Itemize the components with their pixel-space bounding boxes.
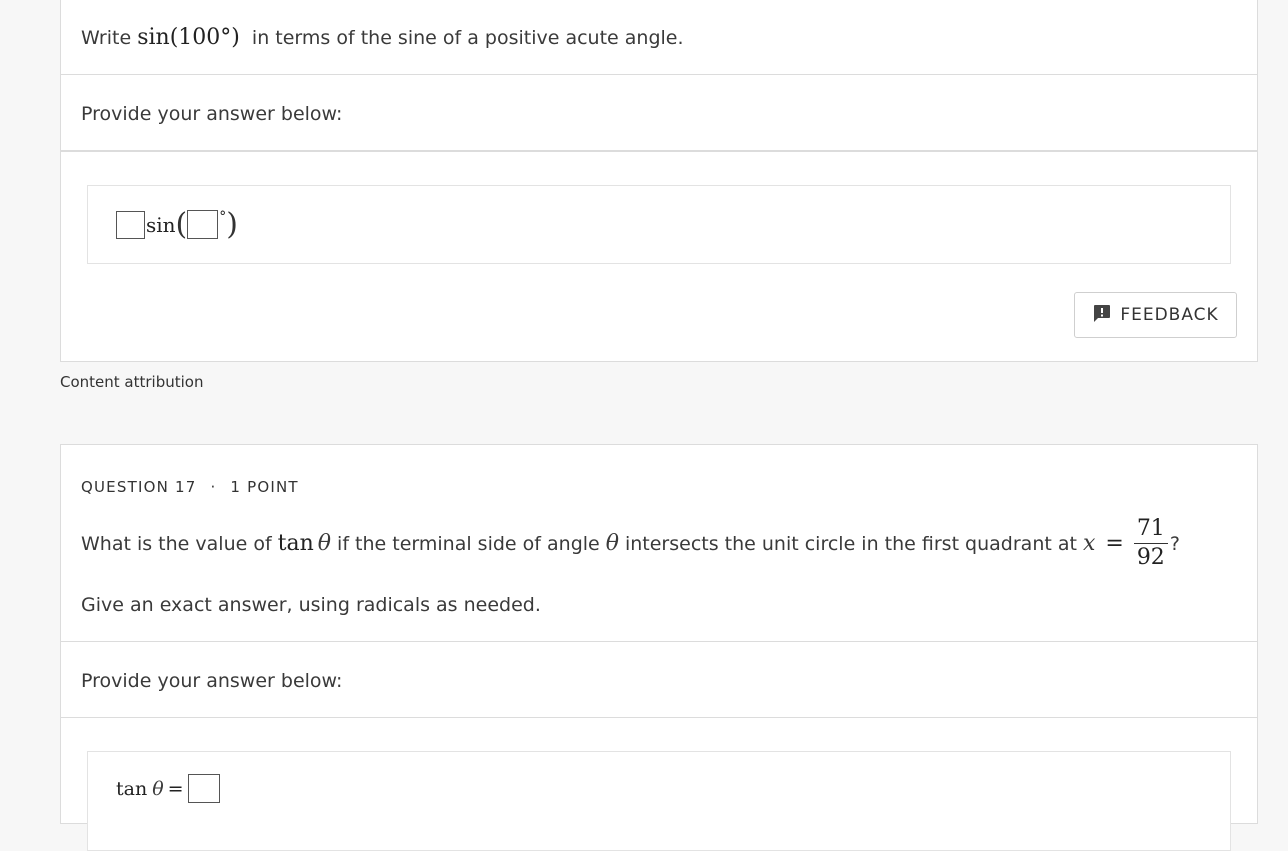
prompt-part2: if the terminal side of angle	[337, 532, 600, 555]
coefficient-input[interactable]	[116, 210, 145, 239]
question-points: 1 POINT	[230, 478, 299, 496]
theta-symbol: θ	[605, 531, 619, 557]
question-17-prompt: What is the value of tan θ if the termin…	[81, 516, 1180, 571]
question-16-prompt: Write sin(100°) in terms of the sine of …	[81, 25, 684, 50]
answer-input[interactable]	[187, 774, 220, 803]
answer-input-area: sin ( ° )	[87, 185, 1231, 264]
divider	[61, 641, 1257, 642]
open-paren: (	[175, 207, 188, 242]
fraction-denominator: 92	[1136, 545, 1165, 571]
equals-sign: =	[1105, 531, 1124, 557]
answer-math-template: sin ( ° )	[116, 207, 238, 242]
question-17-card: QUESTION 17 · 1 POINT What is the value …	[60, 444, 1258, 851]
prompt-part3: intersects the unit circle in the first …	[624, 532, 1077, 555]
prompt-prefix: Write	[81, 27, 132, 49]
provide-answer-label: Provide your answer below:	[81, 103, 343, 125]
question-16-card: Write sin(100°) in terms of the sine of …	[60, 0, 1258, 362]
prompt-part1: What is the value of	[81, 532, 272, 555]
close-paren: )	[226, 207, 238, 242]
prompt-math: sin(100°)	[137, 25, 240, 50]
tan-function: tan	[277, 531, 314, 557]
divider	[61, 150, 1257, 152]
feedback-label: FEEDBACK	[1120, 305, 1219, 325]
degree-symbol: °	[219, 209, 227, 225]
separator: ·	[210, 478, 217, 496]
answer-input-area: tan θ =	[87, 751, 1231, 851]
theta-symbol: θ	[317, 531, 332, 557]
divider	[61, 717, 1257, 718]
answer-math-template: tan θ =	[116, 774, 220, 803]
question-17-header: QUESTION 17 · 1 POINT	[81, 478, 299, 496]
prompt-suffix: in terms of the sine of a positive acute…	[251, 27, 684, 49]
tan-function: tan	[116, 777, 148, 800]
x-variable: x	[1082, 531, 1096, 557]
fraction: 71 92	[1133, 516, 1168, 571]
feedback-icon	[1092, 303, 1112, 328]
question-mark: ?	[1169, 532, 1180, 555]
question-number: QUESTION 17	[81, 478, 197, 496]
feedback-button[interactable]: FEEDBACK	[1074, 292, 1237, 338]
angle-input[interactable]	[187, 210, 219, 239]
sin-function: sin	[146, 212, 176, 237]
divider	[61, 74, 1257, 75]
content-attribution-link[interactable]: Content attribution	[60, 373, 203, 391]
provide-answer-label: Provide your answer below:	[81, 670, 343, 692]
equals-sign: =	[167, 777, 184, 800]
instruction-text: Give an exact answer, using radicals as …	[81, 594, 541, 616]
fraction-numerator: 71	[1133, 516, 1168, 545]
theta-symbol: θ	[152, 777, 164, 800]
